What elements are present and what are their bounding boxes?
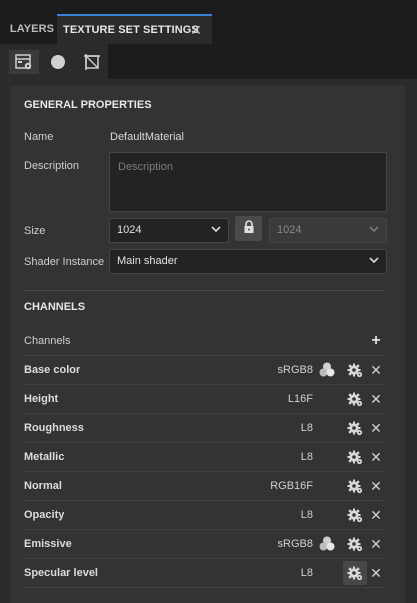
channel-settings-gear-icon[interactable] — [346, 477, 364, 495]
remove-channel-close-icon[interactable]: ✕ — [367, 390, 385, 408]
chevron-down-icon — [368, 254, 380, 269]
general-properties-title: GENERAL PROPERTIES — [24, 99, 152, 111]
channel-settings-gear-icon[interactable] — [346, 390, 364, 408]
description-label: Description — [24, 160, 80, 172]
channel-row[interactable]: Base color sRGB8 ✕ — [23, 355, 385, 385]
channel-format[interactable]: L8 — [301, 451, 313, 463]
channel-format[interactable]: RGB16F — [270, 480, 313, 492]
section-divider — [23, 290, 384, 291]
channel-name: Opacity — [24, 509, 65, 521]
tab-texture-set-settings-label: TEXTURE SET SETTINGS — [63, 24, 199, 36]
channel-format[interactable]: L8 — [301, 509, 313, 521]
channel-format[interactable]: sRGB8 — [278, 538, 313, 550]
lock-ratio-button[interactable] — [235, 216, 262, 241]
size-dropdown[interactable]: 1024 — [109, 218, 229, 243]
channel-format[interactable]: L8 — [301, 422, 313, 434]
description-placeholder: Description — [118, 161, 174, 173]
remove-channel-close-icon[interactable]: ✕ — [367, 564, 385, 582]
name-value: DefaultMaterial — [110, 131, 184, 143]
channel-settings-gear-icon[interactable] — [343, 561, 367, 585]
tab-layers[interactable]: LAYERS — [8, 14, 56, 44]
size-label: Size — [24, 225, 46, 237]
channel-settings-gear-icon[interactable] — [346, 506, 364, 524]
channel-name: Normal — [24, 480, 62, 492]
channels-title: CHANNELS — [24, 301, 86, 313]
srgb-color-icon — [318, 535, 336, 553]
tab-texture-set-settings[interactable]: TEXTURE SET SETTINGS ✕ — [57, 14, 212, 44]
remove-channel-close-icon[interactable]: ✕ — [367, 361, 385, 379]
remove-channel-close-icon[interactable]: ✕ — [367, 448, 385, 466]
channel-format[interactable]: sRGB8 — [278, 364, 313, 376]
channels-header-label: Channels — [24, 335, 71, 347]
chevron-down-icon — [210, 223, 222, 238]
tab-bar: LAYERS TEXTURE SET SETTINGS ✕ — [0, 0, 417, 44]
channel-format[interactable]: L16F — [288, 393, 313, 405]
shader-instance-label: Shader Instance — [24, 256, 105, 268]
close-icon[interactable]: ✕ — [190, 16, 202, 44]
channel-name: Emissive — [24, 538, 72, 550]
channels-header-row: Channels + — [23, 326, 385, 356]
size-value: 1024 — [117, 224, 142, 236]
shader-instance-dropdown[interactable]: Main shader — [109, 249, 387, 274]
add-channel-icon[interactable]: + — [367, 332, 385, 350]
srgb-color-icon — [318, 361, 336, 379]
lock-icon — [243, 220, 255, 237]
description-field[interactable]: Description — [109, 152, 387, 212]
channel-row[interactable]: Metallic L8 ✕ — [23, 442, 385, 472]
remove-channel-close-icon[interactable]: ✕ — [367, 506, 385, 524]
size-linked-value: 1024 — [277, 224, 302, 236]
channel-name: Base color — [24, 364, 81, 376]
channel-name: Roughness — [24, 422, 84, 434]
remove-channel-close-icon[interactable]: ✕ — [367, 419, 385, 437]
channel-name: Metallic — [24, 451, 65, 463]
channel-row[interactable]: Specular level L8 ✕ — [23, 558, 385, 588]
texture-set-panel: GENERAL PROPERTIES Name DefaultMaterial … — [10, 86, 405, 603]
channel-row[interactable]: Normal RGB16F ✕ — [23, 471, 385, 501]
sub-toolbar — [0, 44, 417, 80]
remove-channel-close-icon[interactable]: ✕ — [367, 535, 385, 553]
remove-channel-close-icon[interactable]: ✕ — [367, 477, 385, 495]
channel-settings-gear-icon[interactable] — [346, 448, 364, 466]
channel-row[interactable]: Height L16F ✕ — [23, 384, 385, 414]
material-sphere-icon[interactable] — [43, 50, 73, 74]
channel-row[interactable]: Roughness L8 ✕ — [23, 413, 385, 443]
texture-set-settings-icon[interactable] — [9, 50, 39, 74]
channel-settings-gear-icon[interactable] — [346, 535, 364, 553]
uv-crop-icon[interactable] — [77, 50, 107, 74]
channel-name: Specular level — [24, 567, 98, 579]
channel-format[interactable]: L8 — [301, 567, 313, 579]
channel-settings-gear-icon[interactable] — [346, 419, 364, 437]
channel-name: Height — [24, 393, 59, 405]
channel-row[interactable]: Opacity L8 ✕ — [23, 500, 385, 530]
name-label: Name — [24, 131, 54, 143]
channel-row[interactable]: Emissive sRGB8 ✕ — [23, 529, 385, 559]
size-linked-dropdown: 1024 — [269, 218, 387, 243]
shader-instance-value: Main shader — [117, 255, 178, 267]
chevron-down-icon — [368, 223, 380, 238]
channel-settings-gear-icon[interactable] — [346, 361, 364, 379]
